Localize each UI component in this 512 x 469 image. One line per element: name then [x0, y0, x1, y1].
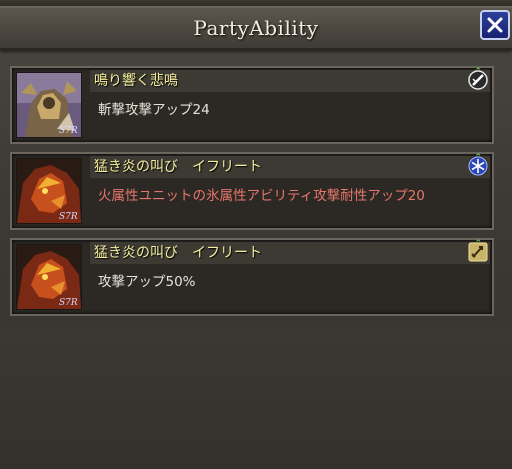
ability-name: 猛き炎の叫び イフリート	[90, 156, 490, 178]
ifrit-portrait: S7R	[16, 244, 82, 310]
ability-row[interactable]: S7R 猛き炎の叫び イフリート ⌃ 火属性ユニットの氷属性アビリティ攻撃耐性ア…	[10, 152, 494, 230]
ability-description: 攻撃アップ50%	[98, 274, 196, 290]
ability-description: 火属性ユニットの氷属性アビリティ攻撃耐性アップ20	[98, 188, 425, 204]
title-bar: PartyAbility	[0, 8, 512, 50]
slash-attack-icon: ⌃	[468, 67, 488, 90]
armored-knight-portrait: S7R	[16, 72, 82, 138]
ability-row[interactable]: S7R 猛き炎の叫び イフリート ⌃ 攻撃アップ50%	[10, 238, 494, 316]
party-ability-panel: PartyAbility S7R 鳴り響く悲鳴 ⌃ 斬撃攻撃アップ24 S7R …	[0, 6, 512, 469]
ifrit-portrait: S7R	[16, 158, 82, 224]
svg-text:S7R: S7R	[59, 126, 78, 136]
close-button[interactable]	[480, 10, 510, 40]
ability-name: 鳴り響く悲鳴	[90, 70, 490, 92]
upgrade-arrow-icon: ⌃	[474, 67, 482, 77]
upgrade-arrow-icon: ⌃	[474, 239, 482, 249]
ability-row[interactable]: S7R 鳴り響く悲鳴 ⌃ 斬撃攻撃アップ24	[10, 66, 494, 144]
attack-up-icon: ⌃	[468, 239, 488, 262]
svg-text:S7R: S7R	[59, 212, 78, 222]
ability-name: 猛き炎の叫び イフリート	[90, 242, 490, 264]
svg-text:S7R: S7R	[59, 298, 78, 308]
empty-list-area	[0, 328, 512, 469]
ice-snowflake-icon: ⌃	[468, 153, 488, 176]
ability-description: 斬撃攻撃アップ24	[98, 102, 210, 118]
upgrade-arrow-icon: ⌃	[474, 153, 482, 163]
close-icon	[487, 17, 503, 33]
page-title: PartyAbility	[193, 16, 319, 40]
